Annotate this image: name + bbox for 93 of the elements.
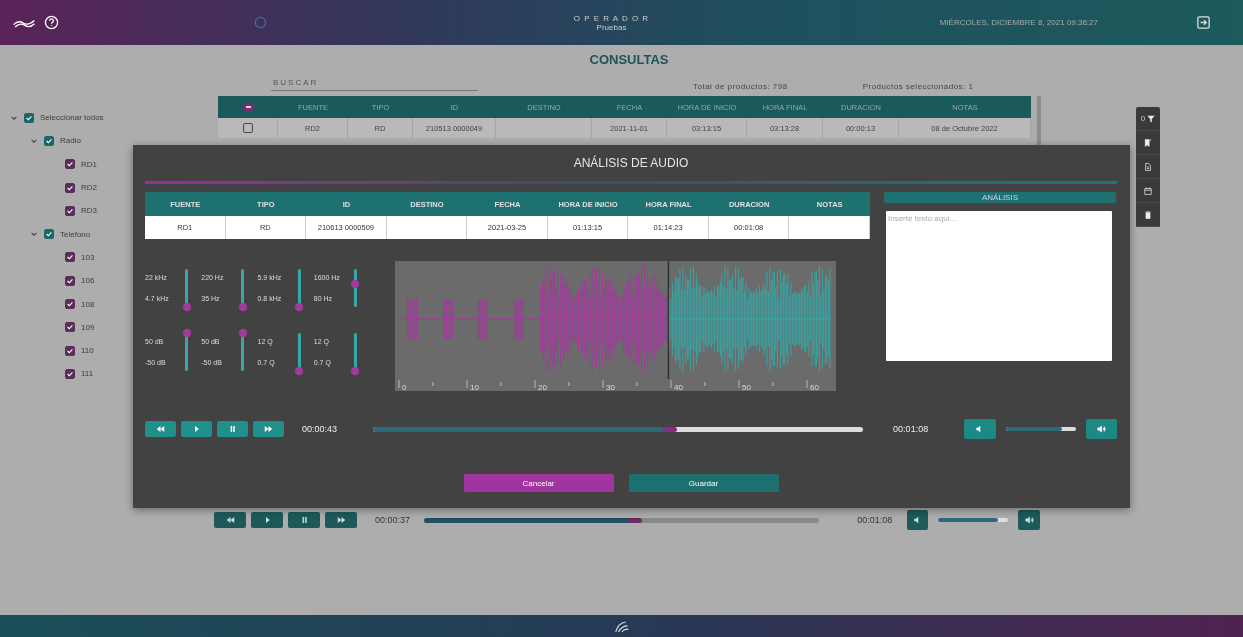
playhead[interactable] [667, 261, 670, 379]
pause-button[interactable] [288, 512, 320, 528]
fast-forward-icon [336, 517, 346, 523]
tick-label: 0 [402, 383, 407, 391]
checkbox[interactable] [65, 345, 75, 356]
analysis-text-field[interactable]: Inserte texto aquí... [886, 211, 1112, 361]
tick-label: 50 [742, 383, 751, 391]
tree-item[interactable]: 109 [81, 322, 95, 332]
tick-label: 40 [674, 383, 683, 391]
checkbox[interactable] [24, 112, 34, 123]
row-checkbox[interactable] [242, 123, 253, 133]
elapsed-time: 00:00:43 [301, 424, 339, 434]
tree-item[interactable]: 108 [81, 299, 95, 309]
play-button[interactable] [251, 512, 283, 528]
filter-icon[interactable] [1147, 114, 1156, 123]
chevron-down-icon[interactable] [30, 230, 38, 239]
elapsed-time: 00:00:37 [374, 515, 412, 525]
save-button[interactable]: Guardar [628, 474, 779, 492]
volume-up-icon [1096, 425, 1106, 433]
fast-forward-button[interactable] [253, 421, 284, 437]
slider-thumb[interactable] [295, 367, 303, 375]
dialog-title: ANÁLISIS DE AUDIO [572, 156, 690, 172]
slider-thumb[interactable] [238, 303, 247, 311]
checkbox[interactable] [65, 368, 75, 379]
slider-thumb[interactable] [351, 367, 360, 375]
search-field[interactable]: BUSCAR [271, 78, 478, 91]
play-icon [192, 426, 201, 432]
checkbox[interactable] [65, 159, 75, 170]
tree-item[interactable]: 106 [81, 276, 95, 286]
bookmark-add-icon[interactable] [1144, 138, 1152, 147]
logo-icon [612, 618, 631, 634]
rewind-button[interactable] [145, 421, 176, 437]
slider-thumb[interactable] [351, 280, 360, 289]
date-time: MIÉRCOLES, DICIEMBRE 8, 2021 09:36:27 [939, 18, 1098, 27]
volume-up-button[interactable] [1085, 419, 1117, 439]
document-icon[interactable] [1144, 162, 1152, 171]
total-products: Total de productos: 798 [693, 82, 788, 91]
volume-down-button[interactable] [964, 419, 996, 439]
filter-count: 0 [1140, 114, 1146, 123]
app-title: O P E R A D O R [573, 13, 650, 23]
checkbox[interactable] [65, 205, 75, 216]
pause-icon [228, 426, 237, 432]
slider-thumb[interactable] [182, 303, 191, 311]
play-button[interactable] [181, 421, 212, 437]
checkbox[interactable] [65, 252, 75, 263]
progress-bar[interactable] [424, 517, 820, 523]
calendar-icon[interactable] [1144, 186, 1152, 195]
rewind-icon [156, 426, 165, 432]
total-time: 00:01:08 [892, 424, 930, 434]
tick-label: 30 [606, 383, 615, 391]
tick-label: 20 [538, 383, 547, 391]
fast-forward-button[interactable] [325, 512, 357, 528]
page-title: CONSULTAS [588, 52, 670, 67]
volume-up-icon [1024, 516, 1034, 524]
select-all-checkbox[interactable] [243, 102, 253, 112]
tree-item[interactable]: 111 [81, 369, 94, 379]
checkbox[interactable] [65, 275, 75, 286]
tree-item[interactable]: RD2 [81, 183, 97, 193]
fast-forward-icon [264, 426, 273, 432]
volume-slider[interactable] [938, 518, 1009, 522]
delete-icon[interactable] [1144, 210, 1152, 219]
pause-button[interactable] [217, 421, 248, 437]
tree-item[interactable]: RD3 [81, 206, 97, 216]
slider-track[interactable] [353, 269, 357, 307]
help-icon[interactable] [44, 15, 59, 30]
tree-item[interactable]: 110 [81, 346, 94, 356]
logout-icon[interactable] [1196, 15, 1211, 30]
analysis-header: ANÁLISIS [884, 192, 1116, 203]
slider-thumb[interactable] [238, 329, 247, 337]
rewind-button[interactable] [214, 512, 246, 528]
slider-thumb[interactable] [295, 303, 303, 311]
tree-item[interactable]: Seleccionar todos [40, 113, 104, 123]
checkbox[interactable] [65, 322, 75, 333]
volume-down-button[interactable] [906, 510, 929, 530]
rewind-icon [225, 517, 235, 523]
checkbox[interactable] [65, 299, 75, 309]
checkbox[interactable] [44, 229, 54, 240]
progress-bar[interactable] [373, 426, 864, 432]
tree-item[interactable]: 103 [81, 252, 95, 262]
tree-item[interactable]: Radio [60, 136, 81, 146]
tree-item[interactable]: RD1 [81, 159, 97, 169]
tree-item[interactable]: Telefono [60, 229, 91, 239]
slider-thumb[interactable] [182, 329, 191, 337]
app-subtitle: Pruebas [596, 22, 627, 32]
cancel-button[interactable]: Cancelar [463, 474, 614, 492]
selected-products: Productos seleccionados: 1 [862, 82, 974, 91]
volume-up-button[interactable] [1018, 510, 1040, 530]
tick-label: 10 [470, 383, 479, 391]
tick-label: 60 [810, 383, 819, 391]
total-time: 00:01:08 [856, 515, 894, 525]
checkbox[interactable] [65, 182, 75, 193]
checkbox[interactable] [44, 135, 54, 146]
circle-icon[interactable] [253, 15, 268, 30]
